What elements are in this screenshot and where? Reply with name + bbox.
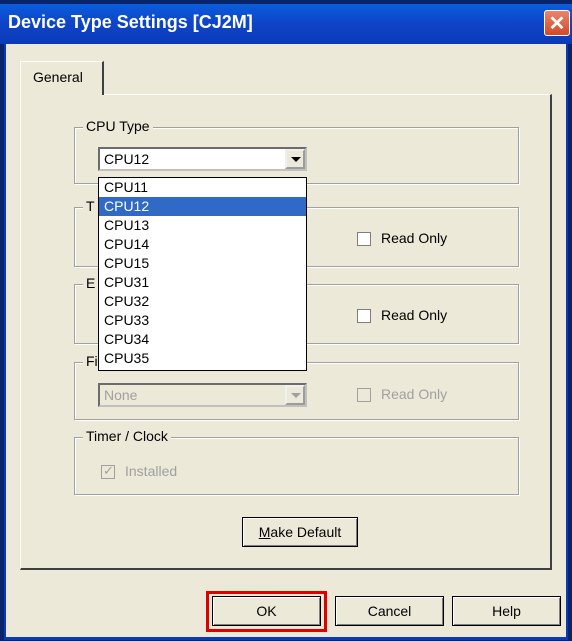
tab-general-label: General [33,69,83,85]
tab-general[interactable]: General [20,61,104,95]
make-default-button[interactable]: Make Default [242,517,358,547]
dropdown-option-selected[interactable]: CPU12 [99,197,306,216]
dropdown-option[interactable]: CPU15 [99,254,306,273]
read-only-label: Read Only [381,386,448,402]
checkbox-box [357,388,371,402]
timer-clock-group-label: Timer / Clock [83,428,171,444]
cancel-button-label: Cancel [367,603,412,619]
ok-button-label: OK [256,603,277,619]
dropdown-option[interactable]: CPU32 [99,292,306,311]
read-only-label: Read Only [381,230,448,246]
cpu-type-dropdown-list[interactable]: CPU11 CPU12 CPU13 CPU14 CPU15 CPU31 CPU3… [98,177,307,371]
cpu-type-group-label: CPU Type [83,118,153,134]
dropdown-option[interactable]: CPU34 [99,330,306,349]
read-only-label: Read Only [381,307,448,323]
dropdown-option[interactable]: CPU33 [99,311,306,330]
dropdown-option[interactable]: CPU35 [99,349,306,368]
dropdown-option[interactable]: CPU11 [99,178,306,197]
help-button[interactable]: Help [452,596,561,626]
chevron-down-icon[interactable] [285,149,305,169]
cpu-type-select[interactable]: CPU12 [98,147,307,171]
ok-button[interactable]: OK [212,596,321,626]
dialog-title: Device Type Settings [CJ2M] [8,12,253,32]
installed-label: Installed [125,463,178,479]
close-icon: ✕ [548,13,566,35]
checkbox-box[interactable] [357,232,371,246]
group-4-selected-value: None [104,387,138,403]
cancel-button[interactable]: Cancel [335,596,444,626]
help-button-label: Help [492,603,521,619]
checkbox-box [101,463,115,479]
group-2-label: T [83,198,98,214]
dialog-window: Device Type Settings [CJ2M] ✕ General CP… [0,0,572,641]
make-default-label: Make Default [258,524,342,540]
close-button[interactable]: ✕ [544,10,570,36]
checkbox-box[interactable] [357,309,371,323]
title-bar[interactable]: Device Type Settings [CJ2M] ✕ [0,4,572,44]
dropdown-option[interactable]: CPU31 [99,273,306,292]
group-4-select: None [98,383,307,407]
dropdown-option[interactable]: CPU14 [99,235,306,254]
dropdown-option[interactable]: CPU13 [99,216,306,235]
cpu-type-selected-value: CPU12 [104,151,150,167]
group-3-label: E [83,275,99,291]
chevron-down-icon [285,385,305,405]
